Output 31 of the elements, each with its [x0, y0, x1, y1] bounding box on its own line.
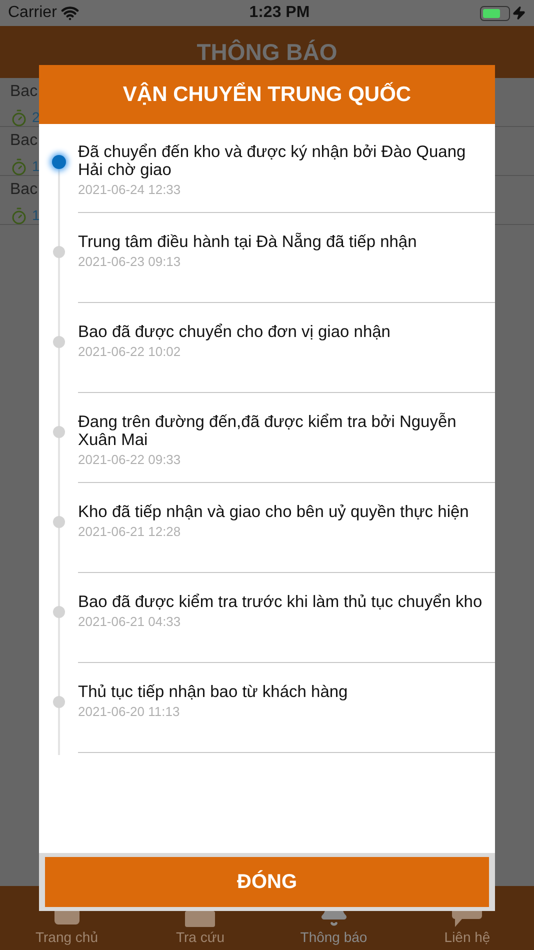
timeline-time: 2021-06-21 12:28: [78, 523, 182, 541]
clock-icon: [10, 206, 28, 224]
notification-time: 1: [32, 157, 40, 176]
timeline-text: Kho đã tiếp nhận và giao cho bên uỷ quyền thực hiện: [78, 503, 470, 521]
clock-label: 1:23 PM: [249, 3, 310, 23]
notification-title: Bac: [10, 82, 38, 102]
timeline-time: 2021-06-20 11:13: [78, 703, 181, 721]
dialog-title: VẬN CHUYỂN TRUNG QUỐC: [122, 81, 412, 108]
clock-icon: [10, 158, 28, 176]
timeline-text: Trung tâm điều hành tại Đà Nẵng đã tiếp nhận: [78, 233, 418, 251]
document-icon: [185, 911, 216, 927]
timeline-text: Thủ tục tiếp nhận bao từ khách hàng: [78, 683, 349, 701]
wifi-icon: [60, 4, 79, 22]
battery-icon: [480, 6, 526, 20]
timeline-time: 2021-06-23 09:13: [78, 253, 182, 271]
timeline-time: 2021-06-22 09:33: [78, 451, 182, 469]
notification-time: 2: [32, 108, 40, 127]
timeline-text: Bao đã được chuyển cho đơn vị giao nhận: [78, 323, 392, 341]
notification-title: Bac: [10, 131, 38, 151]
timeline-text: Bao đã được kiểm tra trước khi làm thủ tục chuyển kho: [78, 593, 484, 611]
timeline-text: Đã chuyển đến kho và được ký nhận bởi Đào Quang Hải chờ giao: [78, 143, 467, 179]
carrier-label: Carrier: [8, 3, 57, 23]
timeline-time: 2021-06-22 10:02: [78, 343, 182, 361]
timeline-text: Đang trên đường đến,đã được kiểm tra bởi Nguyễn Xuân Mai: [78, 413, 458, 449]
clock-icon: [10, 108, 28, 126]
header-title: THÔNG BÁO: [196, 38, 338, 67]
close-button[interactable]: ĐÓNG: [45, 857, 489, 907]
timeline-time: 2021-06-24 12:33: [78, 181, 182, 199]
notification-time: 1: [32, 206, 40, 225]
notification-title: Bac: [10, 180, 38, 200]
timeline-time: 2021-06-21 04:33: [78, 613, 182, 631]
